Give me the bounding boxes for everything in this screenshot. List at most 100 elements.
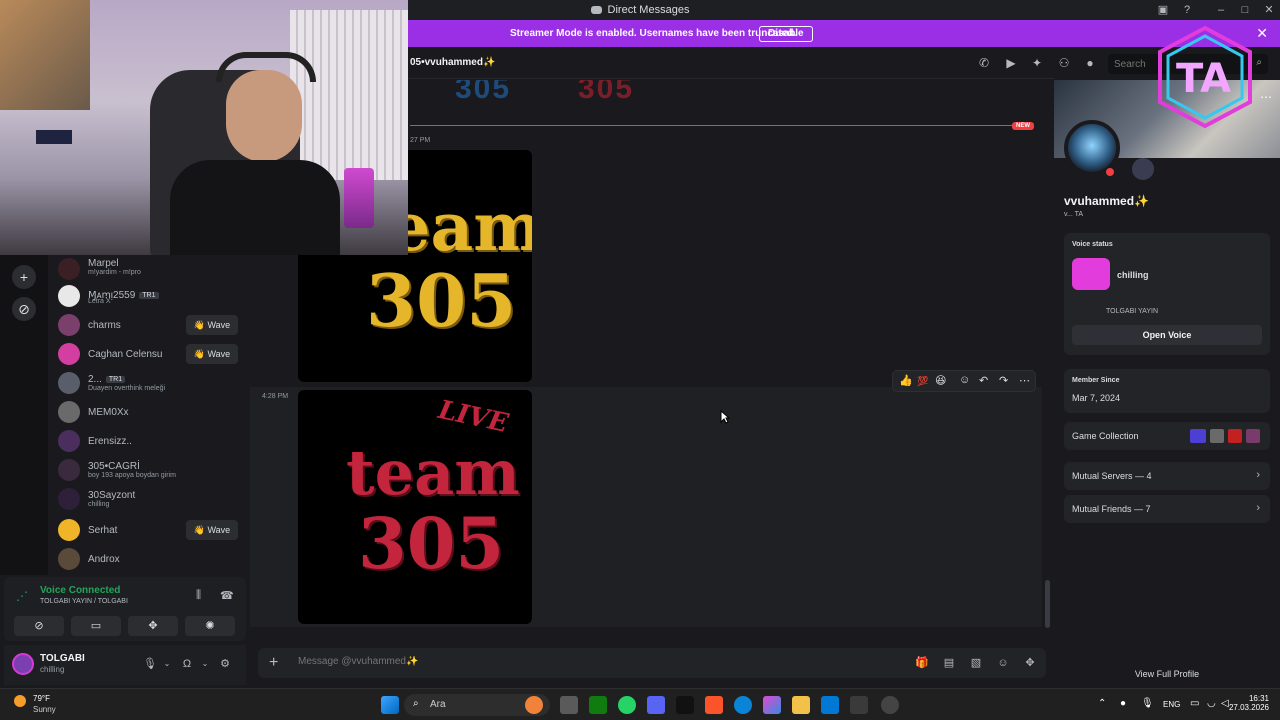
thumbs-up-reaction-icon[interactable]: 👍 xyxy=(899,374,913,387)
member-item[interactable]: charms 👋 Wave xyxy=(58,311,248,340)
member-item[interactable]: Marpel m!yardim - m!pro xyxy=(58,255,248,284)
forward-icon[interactable]: ↷ xyxy=(999,374,1008,387)
member-item[interactable]: 30Sayzont chilling xyxy=(58,485,248,514)
user-profile-icon[interactable]: ● xyxy=(1083,56,1097,70)
new-badge: NEW xyxy=(1012,122,1034,130)
wave-label: Wave xyxy=(207,525,231,535)
apps-icon[interactable]: ✥ xyxy=(1023,656,1037,670)
add-reaction-icon[interactable]: ☺ xyxy=(959,374,970,386)
add-friends-icon[interactable]: ⚇ xyxy=(1057,56,1071,70)
member-item[interactable]: Serhat 👋 Wave xyxy=(58,516,248,545)
emoji-icon[interactable]: ☺ xyxy=(996,656,1010,670)
disable-streamer-mode-button[interactable]: Disable xyxy=(759,26,813,42)
member-status: boy 193 apoya boydan girim xyxy=(88,472,176,479)
inbox-icon[interactable]: ▣ xyxy=(1156,3,1170,17)
volume-icon[interactable]: ◁ xyxy=(1221,698,1229,709)
clock[interactable]: 16:31 27.03.2026 xyxy=(1229,694,1269,712)
open-voice-button[interactable]: Open Voice xyxy=(1072,325,1262,345)
discord-taskbar-icon[interactable] xyxy=(647,696,665,714)
whatsapp-icon[interactable] xyxy=(618,696,636,714)
more-options-icon[interactable]: ⋯ xyxy=(1260,90,1272,104)
minimize-icon[interactable]: – xyxy=(1214,3,1228,17)
activities-button[interactable]: ✥ xyxy=(128,616,178,636)
mutual-friends-label: Mutual Friends — 7 xyxy=(1072,504,1151,514)
member-status: m!yardim - m!pro xyxy=(88,269,141,276)
member-item[interactable]: Erensizz.. xyxy=(58,427,248,456)
task-view-icon[interactable] xyxy=(560,696,578,714)
gift-icon[interactable]: 🎁 xyxy=(915,656,929,670)
disconnect-icon[interactable]: ☎ xyxy=(220,589,234,602)
avatar xyxy=(58,488,80,510)
explore-servers-icon[interactable]: ⊘ xyxy=(12,297,36,321)
soundboard-button[interactable]: ✺ xyxy=(185,616,235,636)
brave-icon[interactable] xyxy=(705,696,723,714)
microphone-icon[interactable]: 🎙 xyxy=(143,657,157,671)
maximize-icon[interactable]: □ xyxy=(1238,3,1252,17)
member-name: Erensizz.. xyxy=(88,436,132,447)
close-window-icon[interactable]: ✕ xyxy=(1262,3,1276,17)
language-indicator[interactable]: ENG xyxy=(1163,700,1180,709)
copilot-icon[interactable] xyxy=(763,696,781,714)
file-explorer-icon[interactable] xyxy=(792,696,810,714)
mutual-servers-card[interactable]: Mutual Servers — 4 › xyxy=(1064,462,1270,490)
gif-icon[interactable]: ▤ xyxy=(942,656,956,670)
chevron-up-icon[interactable]: ⌃ xyxy=(1098,698,1106,709)
screen-share-button[interactable]: ▭ xyxy=(71,616,121,636)
member-item[interactable]: Ɱᴀꭑᴉ2559 TR1 Letra X xyxy=(58,282,248,311)
mail-icon[interactable] xyxy=(821,696,839,714)
help-icon[interactable]: ? xyxy=(1180,3,1194,17)
reply-icon[interactable]: ↶ xyxy=(979,374,988,387)
sticker-icon[interactable]: ▧ xyxy=(969,656,983,670)
attach-plus-icon[interactable]: + xyxy=(269,654,278,672)
weather-temp[interactable]: 79°F xyxy=(33,694,50,703)
app-icon-orange[interactable] xyxy=(525,696,543,714)
avatar xyxy=(58,548,80,570)
pin-icon[interactable]: ✦ xyxy=(1030,56,1044,70)
laugh-reaction-icon[interactable]: 😆 xyxy=(935,374,946,387)
signal-icon[interactable]: ⋰ xyxy=(16,589,28,603)
game-collection-card[interactable]: Game Collection xyxy=(1064,422,1270,450)
edge-icon[interactable] xyxy=(734,696,752,714)
voice-call-icon[interactable]: ✆ xyxy=(977,56,991,70)
terminal-icon[interactable] xyxy=(676,696,694,714)
display-icon[interactable]: ▭ xyxy=(1190,698,1199,709)
headphones-icon[interactable]: Ω xyxy=(180,657,194,671)
chevron-down-icon[interactable]: ⌄ xyxy=(198,657,212,671)
more-options-icon[interactable]: ⋯ xyxy=(1019,374,1030,387)
windows-start-icon[interactable] xyxy=(381,696,399,714)
chevron-down-icon[interactable]: ⌄ xyxy=(160,657,174,671)
wave-button[interactable]: 👋 Wave xyxy=(186,344,238,364)
camera-off-button[interactable]: ⊘ xyxy=(14,616,64,636)
tray-icon[interactable]: ● xyxy=(1120,698,1126,709)
hundred-reaction-icon[interactable]: 💯 xyxy=(917,376,928,387)
game-icon xyxy=(1190,429,1206,443)
network-icon[interactable]: ◡ xyxy=(1207,698,1216,709)
voice-channel[interactable]: TOLGABI YAYIN / TOLGABI xyxy=(40,598,128,605)
video-call-icon[interactable]: ▶ xyxy=(1004,56,1018,70)
settings-gear-icon[interactable]: ⚙ xyxy=(218,657,232,671)
live-text: LIVE xyxy=(435,395,511,439)
chat-scrollbar[interactable] xyxy=(1045,580,1050,628)
microphone-tray-icon[interactable]: 🎙 xyxy=(1141,698,1154,709)
user-avatar[interactable] xyxy=(12,653,34,675)
weather-condition[interactable]: Sunny xyxy=(33,705,56,714)
view-full-profile-link[interactable]: View Full Profile xyxy=(1054,669,1280,679)
add-server-icon[interactable]: + xyxy=(12,265,36,289)
team-305-live-image[interactable]: LIVE team 305 xyxy=(298,390,532,624)
store-icon[interactable] xyxy=(850,696,868,714)
app-icon-gear[interactable] xyxy=(881,696,899,714)
member-item[interactable]: Caghan Celensu 👋 Wave xyxy=(58,340,248,369)
sun-icon[interactable] xyxy=(14,695,26,707)
message-actions-bar: 👍 💯 😆 ☺ ↶ ↷ ⋯ xyxy=(892,370,1036,392)
member-name: Serhat xyxy=(88,525,118,536)
mutual-friends-card[interactable]: Mutual Friends — 7 › xyxy=(1064,495,1270,523)
member-item[interactable]: 2... TR1 Duayen overthink meleği xyxy=(58,369,248,398)
member-item[interactable]: MEM0Xx xyxy=(58,398,248,427)
noise-suppression-icon[interactable]: ⫼ xyxy=(196,589,201,602)
xbox-icon[interactable] xyxy=(589,696,607,714)
message-input[interactable] xyxy=(298,656,698,667)
member-item[interactable]: Androx xyxy=(58,545,248,574)
wave-button[interactable]: 👋 Wave xyxy=(186,315,238,335)
member-item[interactable]: 305•CAGRİ boy 193 apoya boydan girim xyxy=(58,456,248,485)
wave-button[interactable]: 👋 Wave xyxy=(186,520,238,540)
